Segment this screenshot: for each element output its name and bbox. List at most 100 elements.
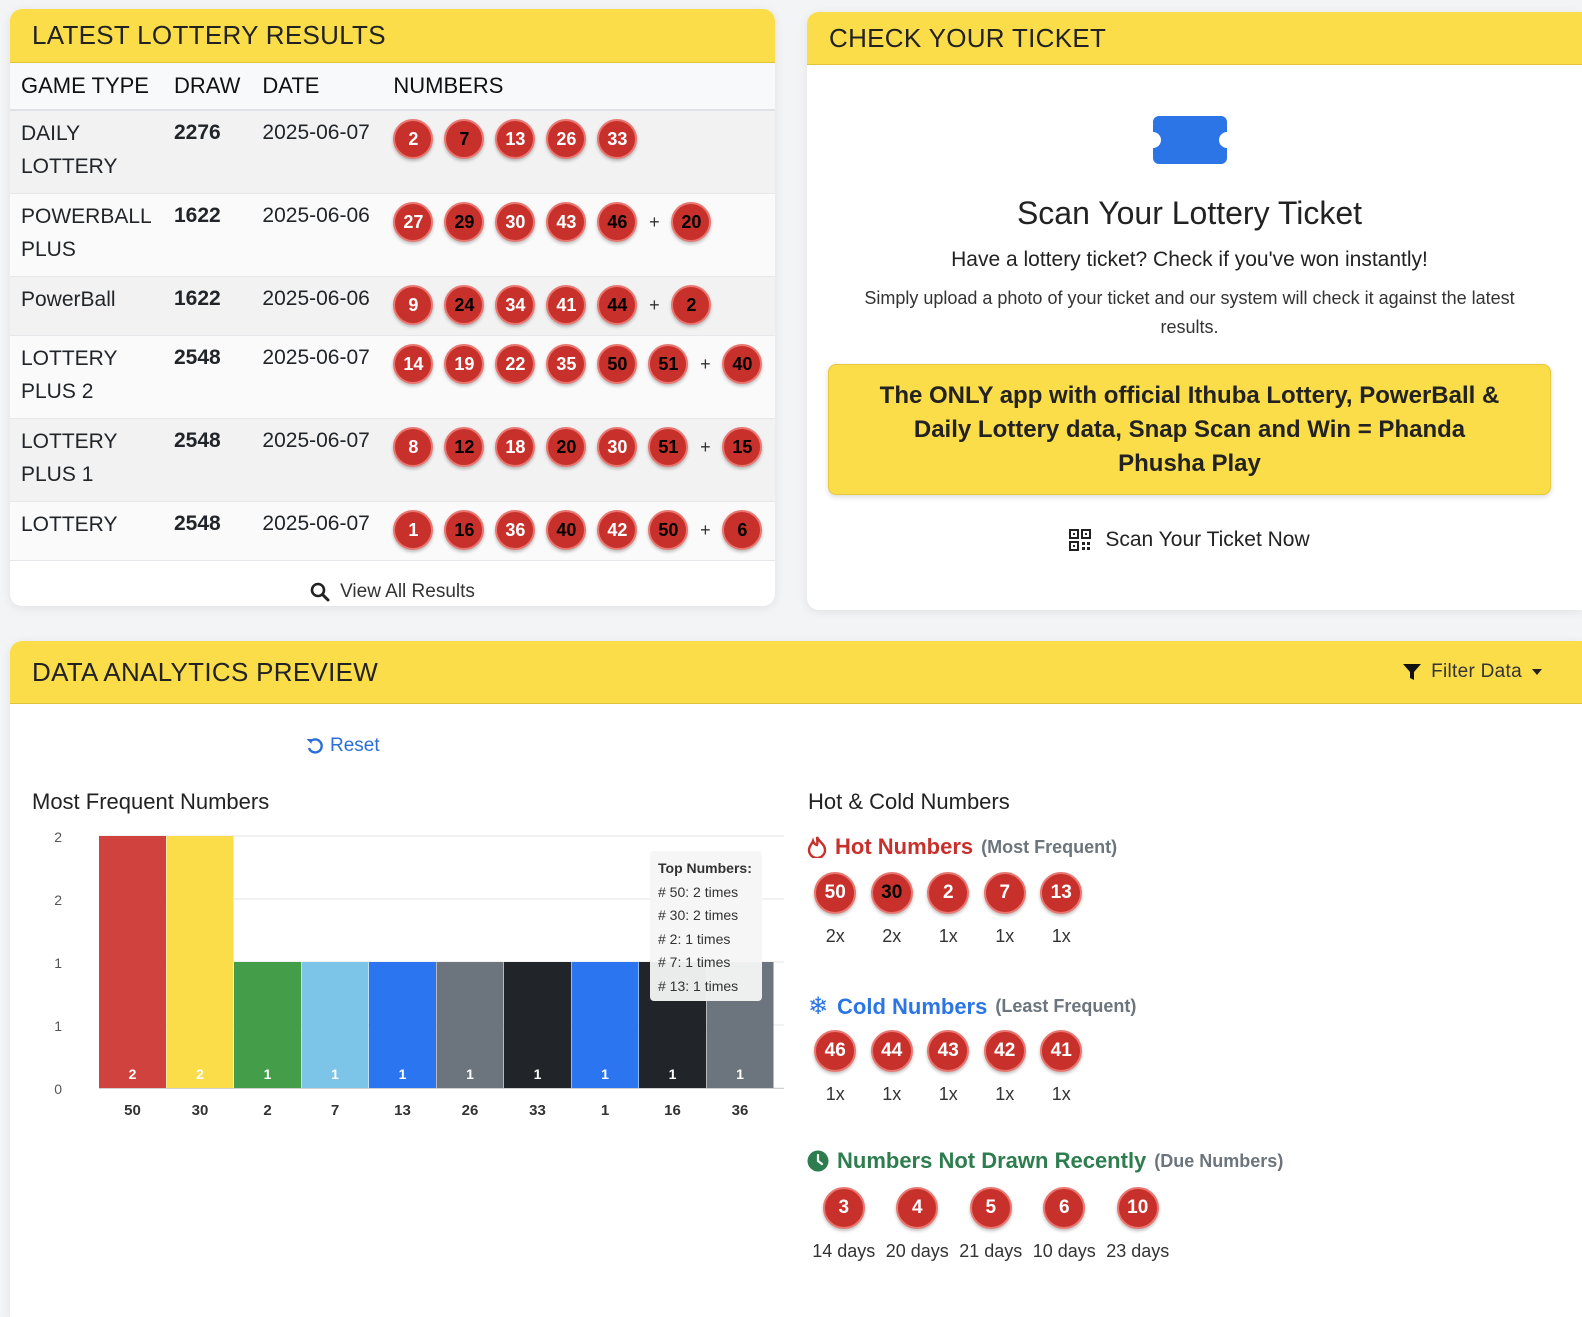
reset-icon (306, 738, 323, 754)
due-count-label: 14 days (812, 1241, 876, 1261)
cold-number-item: 41 1x (1033, 1030, 1090, 1105)
x-tick-label: 16 (664, 1102, 681, 1119)
cold-count-label: 1x (1051, 1084, 1071, 1104)
number-ball: 27 (393, 202, 434, 242)
number-ball: 14 (393, 344, 434, 384)
number-ball: 6 (1043, 1187, 1086, 1229)
filter-data-button[interactable]: Filter Data (1403, 661, 1542, 683)
number-ball: 43 (546, 202, 587, 242)
number-ball: 29 (444, 202, 485, 242)
y-tick-label: 0 (54, 1081, 62, 1097)
draw-date: 2025-06-06 (251, 193, 383, 277)
bonus-ball: 6 (722, 510, 763, 550)
bar-value-label: 1 (399, 1066, 407, 1082)
ticket-card: CHECK YOUR TICKET Scan Your Lottery Tick… (807, 12, 1582, 610)
due-count-label: 21 days (959, 1241, 1023, 1261)
game-type: POWERBALL PLUS (10, 193, 163, 277)
number-ball: 3 (822, 1187, 865, 1229)
number-ball: 44 (597, 285, 638, 325)
number-ball: 51 (648, 344, 689, 384)
scan-ticket-button[interactable]: Scan Your Ticket Now (807, 528, 1572, 552)
hotcold-title: Hot & Cold Numbers (808, 789, 1010, 814)
cold-number-item: 44 1x (864, 1030, 921, 1105)
tooltip-title: Top Numbers: (658, 860, 752, 876)
cold-count-label: 1x (825, 1084, 845, 1104)
col-numbers: NUMBERS (382, 63, 775, 111)
bar-50 (99, 836, 166, 1088)
x-tick-label: 13 (394, 1102, 411, 1119)
col-game-type: GAME TYPE (10, 63, 163, 111)
due-count-label: 20 days (885, 1241, 949, 1261)
col-date: DATE (251, 63, 383, 111)
drawn-numbers: 1 16 36 40 42 50 +6 (382, 501, 775, 561)
y-tick-label: 2 (54, 829, 62, 845)
number-ball: 16 (444, 510, 485, 550)
number-ball: 26 (546, 119, 587, 159)
number-ball: 5 (969, 1187, 1012, 1229)
number-ball: 42 (597, 510, 638, 550)
drawn-numbers: 9 24 34 41 44 +2 (382, 276, 775, 336)
tooltip-line: # 2: 1 times (658, 930, 731, 947)
number-ball: 10 (1116, 1187, 1159, 1229)
tooltip-line: # 30: 2 times (658, 907, 739, 923)
drawn-numbers: 27 29 30 43 46 +20 (382, 193, 775, 277)
result-row: LOTTERY 2548 2025-06-07 1 16 36 40 42 50 +6 (10, 501, 775, 561)
x-tick-label: 26 (462, 1102, 479, 1119)
bonus-ball: 40 (722, 344, 763, 384)
view-all-results-link[interactable]: View All Results (10, 561, 775, 606)
draw-date: 2025-06-07 (251, 335, 383, 419)
x-tick-label: 30 (192, 1102, 209, 1119)
drawn-numbers: 8 12 18 20 30 51 +15 (382, 418, 775, 502)
game-type: PowerBall (10, 276, 163, 336)
number-ball: 44 (870, 1030, 913, 1072)
y-tick-label: 1 (54, 955, 62, 971)
number-ball: 7 (983, 872, 1026, 914)
x-tick-label: 33 (529, 1102, 546, 1119)
due-sub: (Due Numbers) (1154, 1150, 1284, 1171)
hot-count-label: 2x (882, 926, 902, 946)
plus-sign: + (649, 211, 660, 232)
draw-date: 2025-06-06 (251, 276, 383, 336)
filter-label: Filter Data (1431, 661, 1522, 682)
number-ball: 42 (983, 1030, 1026, 1072)
result-row: LOTTERY PLUS 2 2548 2025-06-07 14 19 22 35 50 51… (10, 335, 775, 419)
bar-value-label: 2 (129, 1066, 137, 1082)
number-ball: 46 (597, 202, 638, 242)
number-ball: 36 (495, 510, 536, 550)
drawn-numbers: 14 19 22 35 50 51 +40 (382, 335, 775, 419)
cold-numbers-row: 46 1x 44 1x 43 1x 42 1x 41 1x (807, 1030, 1090, 1105)
number-ball: 7 (444, 119, 485, 159)
search-icon (310, 582, 330, 602)
reset-label: Reset (330, 735, 380, 756)
bar-value-label: 1 (264, 1066, 272, 1082)
caret-down-icon (1532, 669, 1542, 675)
due-count-label: 23 days (1106, 1241, 1170, 1261)
due-number-item: 4 20 days (881, 1187, 955, 1262)
cold-label: Cold Numbers (837, 993, 988, 1019)
bonus-ball: 15 (722, 427, 763, 467)
hot-count-label: 2x (825, 926, 845, 946)
ticket-header: CHECK YOUR TICKET (807, 12, 1582, 65)
cold-count-label: 1x (938, 1084, 958, 1104)
promo-banner: The ONLY app with official Ithuba Lotter… (828, 364, 1551, 495)
game-type: LOTTERY PLUS 1 (10, 418, 163, 502)
draw-number: 2276 (163, 110, 252, 194)
cold-number-item: 46 1x (807, 1030, 864, 1105)
game-type: DAILY LOTTERY (10, 110, 163, 194)
draw-date: 2025-06-07 (251, 501, 383, 561)
result-row: LOTTERY PLUS 1 2548 2025-06-07 8 12 18 20 30 51 +… (10, 418, 775, 502)
analytics-title: DATA ANALYTICS PREVIEW (32, 656, 379, 687)
x-tick-label: 1 (601, 1102, 609, 1119)
reset-button[interactable]: Reset (306, 735, 380, 757)
due-number-item: 6 10 days (1028, 1187, 1102, 1262)
filter-icon (1403, 664, 1422, 680)
draw-number: 1622 (163, 276, 252, 336)
results-table: GAME TYPE DRAW DATE NUMBERS DAILY LOTTER… (10, 63, 775, 561)
due-count-label: 10 days (1032, 1241, 1096, 1261)
number-ball: 4 (896, 1187, 939, 1229)
hot-count-label: 1x (995, 926, 1015, 946)
plus-sign: + (649, 294, 660, 315)
cold-number-item: 43 1x (920, 1030, 977, 1105)
number-ball: 13 (495, 119, 536, 159)
tooltip-line: # 7: 1 times (658, 954, 731, 970)
